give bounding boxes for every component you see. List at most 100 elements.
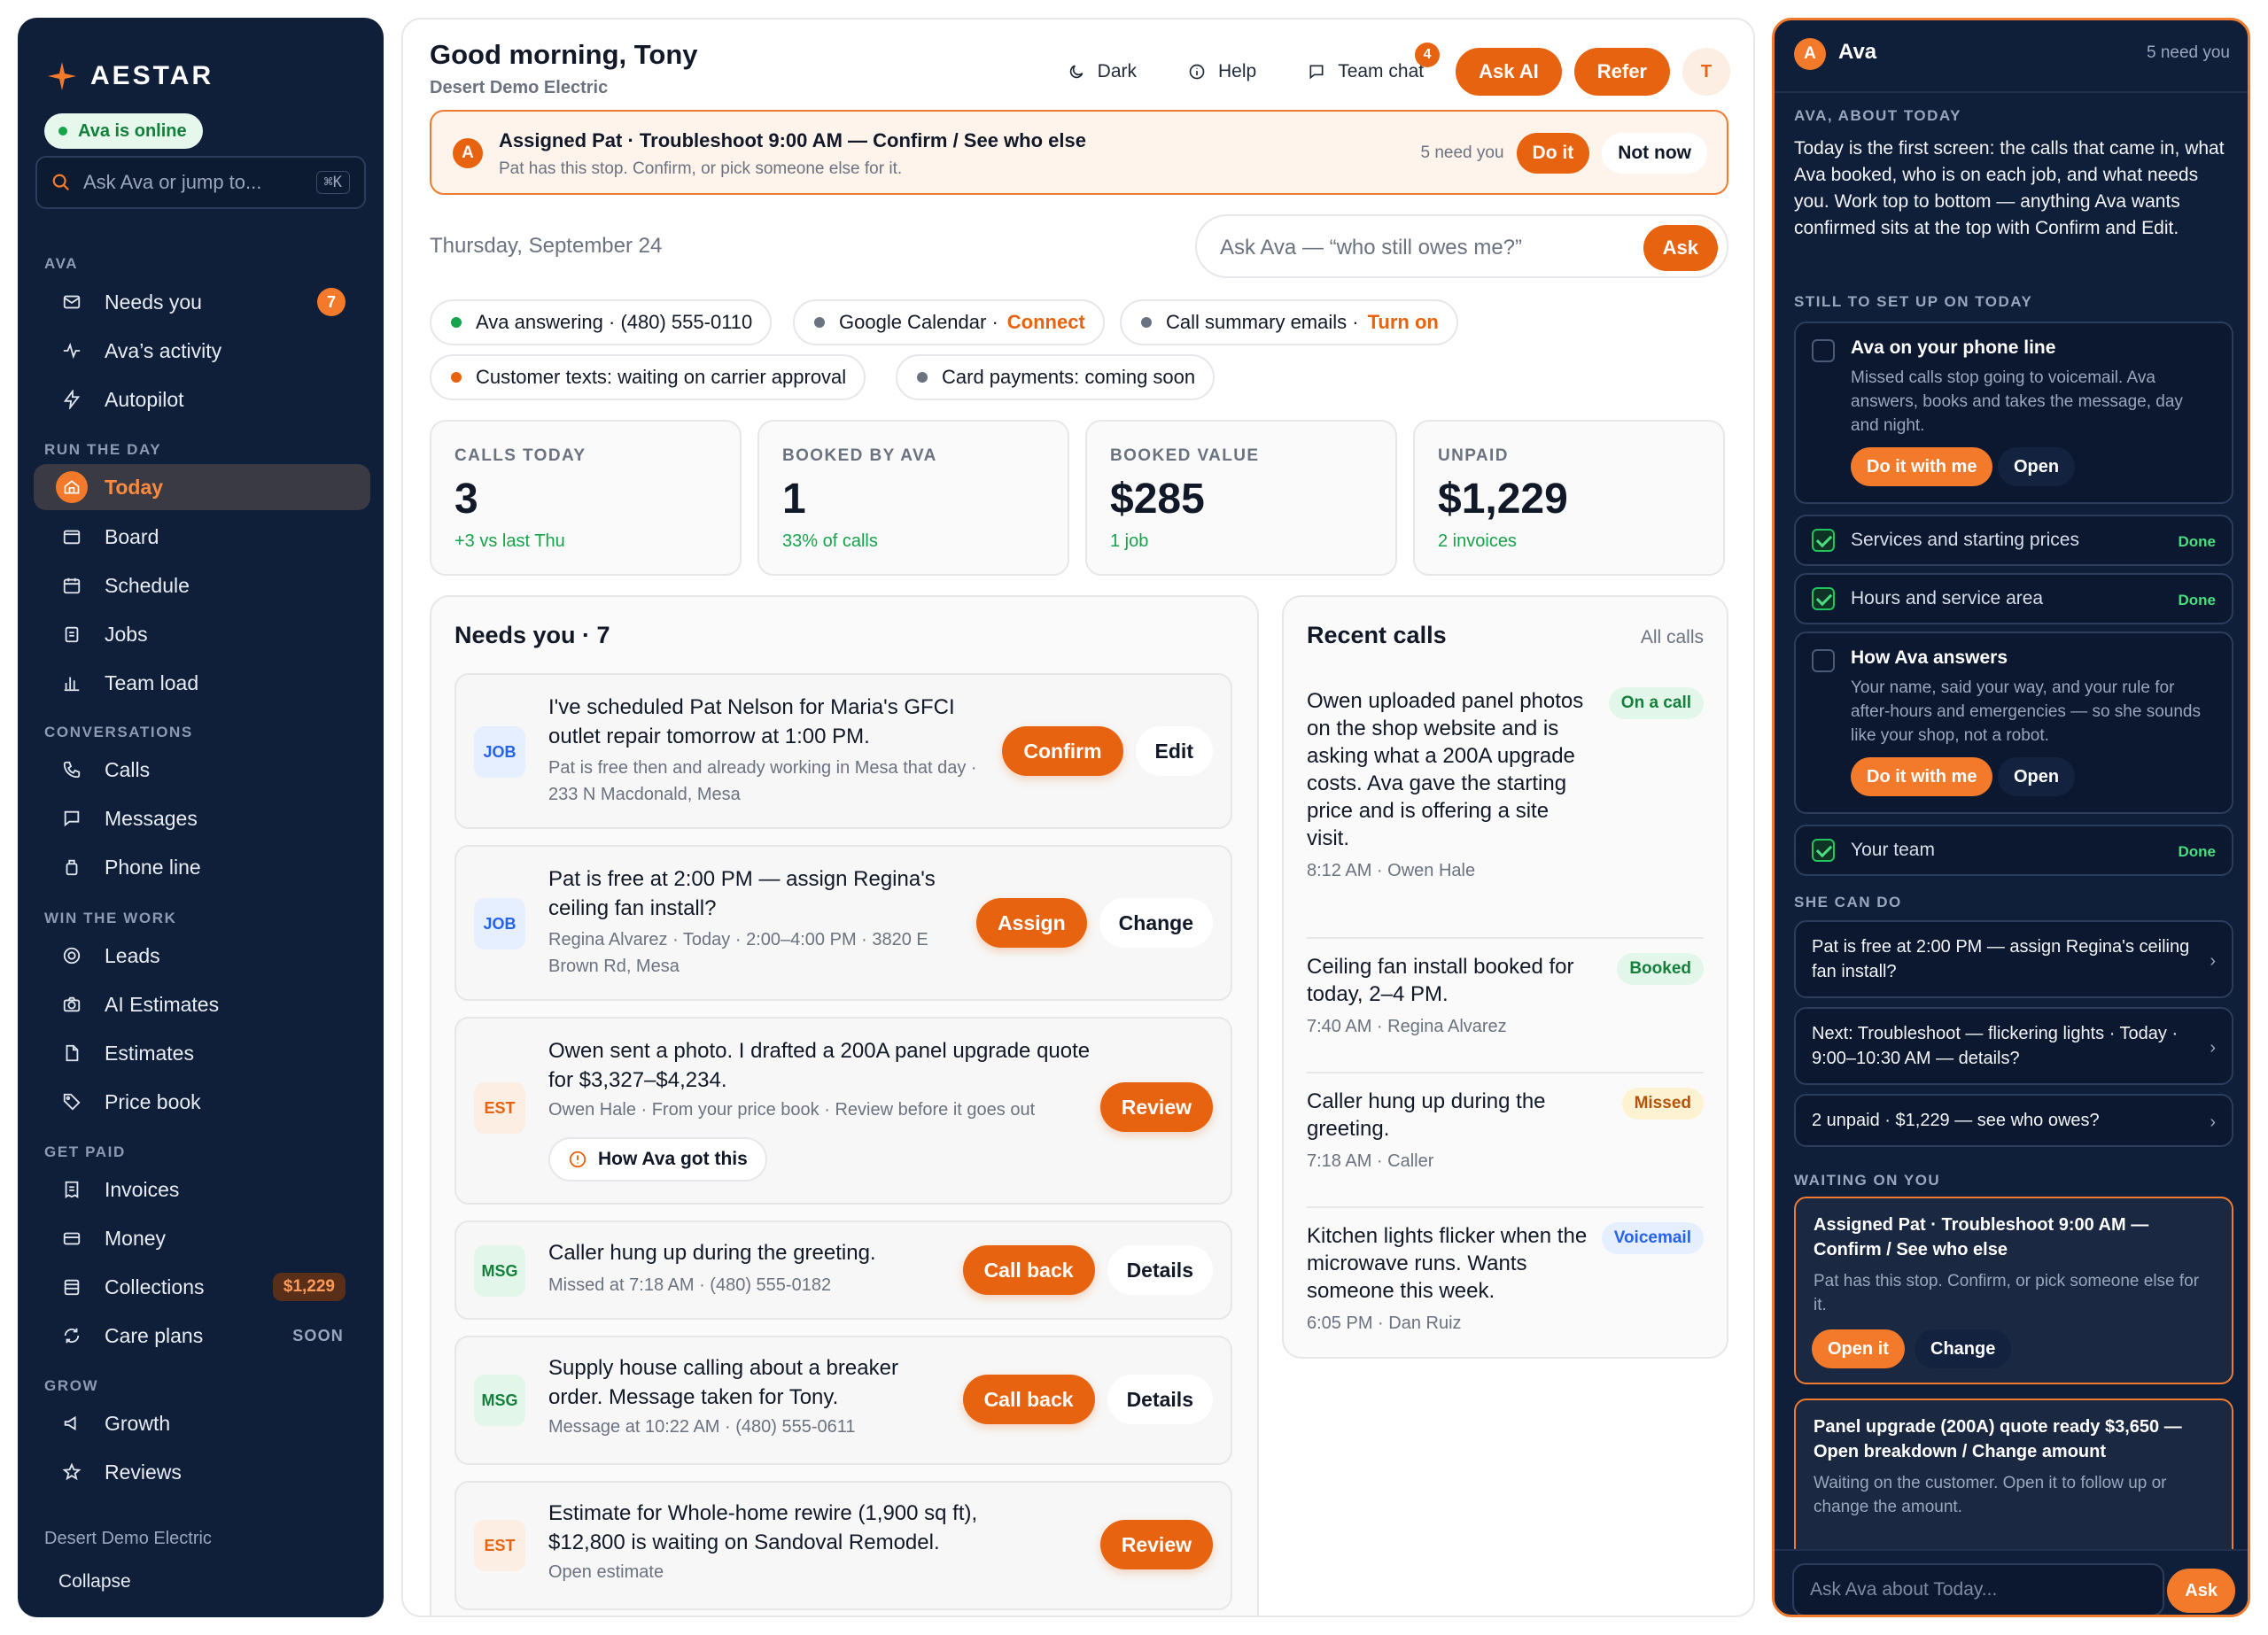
ask-ava-input[interactable]: Ask Ava — “who still owes me?” Ask (1195, 214, 1728, 278)
checkbox-checked[interactable] (1812, 839, 1835, 862)
sidebar-item-invoices[interactable]: Invoices (34, 1166, 370, 1213)
stat-label: UNPAID (1438, 446, 1509, 465)
dark-mode-button[interactable]: Dark (1048, 48, 1156, 96)
sidebar-item-today[interactable]: Today (34, 464, 370, 510)
checkbox[interactable] (1812, 649, 1835, 672)
checkbox[interactable] (1812, 339, 1835, 362)
needs-card[interactable]: JOB Pat is free at 2:00 PM — assign Regi… (454, 845, 1232, 1001)
sidebar-item-team-load[interactable]: Team load (34, 660, 370, 706)
recent-call-item[interactable]: Caller hung up during the greeting. 7:18… (1307, 1088, 1704, 1172)
recent-call-item[interactable]: Kitchen lights flicker when the microwav… (1307, 1222, 1704, 1334)
needs-card[interactable]: JOB I've scheduled Pat Nelson for Maria'… (454, 673, 1232, 829)
sidebar-item-estimates[interactable]: Estimates (34, 1030, 370, 1076)
sidebar-item-collections[interactable]: Collections $1,229 (34, 1264, 370, 1310)
sidebar-item-calls[interactable]: Calls (34, 747, 370, 793)
job-tag: JOB (474, 898, 525, 949)
ava-avatar: A (453, 138, 483, 168)
turn-on-link[interactable]: Turn on (1368, 311, 1439, 334)
open-it-button[interactable]: Open it (1812, 1329, 1905, 1368)
needs-card[interactable]: EST Estimate for Whole-home rewire (1,90… (454, 1481, 1232, 1610)
sidebar-item-phone-line[interactable]: Phone line (34, 844, 370, 890)
chip-text: Card payments: coming soon (942, 366, 1196, 388)
done-label: Done (2178, 843, 2217, 860)
ask-button[interactable]: Ask (1643, 225, 1718, 271)
review-button[interactable]: Review (1099, 1082, 1213, 1132)
stat-booked-value[interactable]: BOOKED VALUE $285 1 job (1085, 420, 1397, 576)
connect-link[interactable]: Connect (1007, 311, 1085, 334)
change-button[interactable]: Change (1099, 898, 1213, 948)
help-button[interactable]: Help (1169, 48, 1276, 96)
ask-ai-button[interactable]: Ask AI (1456, 48, 1562, 96)
all-calls-link[interactable]: All calls (1641, 627, 1704, 648)
ava-ask-button[interactable]: Ask (2167, 1569, 2235, 1613)
sidebar-item-needs-you[interactable]: Needs you 7 (34, 279, 370, 325)
sidebar-item-money[interactable]: Money (34, 1215, 370, 1261)
setup-item[interactable]: Your team Done (1794, 825, 2233, 876)
waiting-card[interactable]: Assigned Pat · Troubleshoot 9:00 AM — Co… (1794, 1197, 2233, 1384)
do-it-with-me-button[interactable]: Do it with me (1851, 757, 1993, 796)
needs-card[interactable]: EST Owen sent a photo. I drafted a 200A … (454, 1017, 1232, 1205)
do-it-with-me-button[interactable]: Do it with me (1851, 447, 1993, 486)
sidebar-item-activity[interactable]: Ava’s activity (34, 328, 370, 374)
card-meta: Message at 10:22 AM · (480) 555-0611 (548, 1417, 856, 1437)
sidebar-item-messages[interactable]: Messages (34, 795, 370, 841)
sidebar-item-price-book[interactable]: Price book (34, 1079, 370, 1125)
suggestion-item[interactable]: Next: Troubleshoot — flickering lights ·… (1794, 1007, 2233, 1085)
how-ava-got-this-button[interactable]: How Ava got this (548, 1137, 767, 1182)
msg-tag: MSG (474, 1375, 525, 1426)
sidebar-item-schedule[interactable]: Schedule (34, 562, 370, 608)
status-chip-calendar[interactable]: Google Calendar · Connect (793, 299, 1105, 345)
call-summary: Ceiling fan install booked for today, 2–… (1307, 955, 1574, 1006)
details-button[interactable]: Details (1107, 1245, 1213, 1295)
open-button[interactable]: Open (1998, 757, 2076, 796)
sidebar-search[interactable]: Ask Ava or jump to... ⌘K (35, 156, 366, 209)
checkbox-checked[interactable] (1812, 587, 1835, 610)
sidebar-item-jobs[interactable]: Jobs (34, 611, 370, 657)
needs-card[interactable]: MSG Caller hung up during the greeting. … (454, 1220, 1232, 1320)
edit-button[interactable]: Edit (1135, 726, 1213, 776)
open-button[interactable]: Open (1998, 447, 2076, 486)
change-button[interactable]: Change (1915, 1329, 2012, 1368)
sidebar-item-leads[interactable]: Leads (34, 933, 370, 979)
not-now-button[interactable]: Not now (1602, 133, 1707, 174)
sidebar-item-ai-estimates[interactable]: AI Estimates (34, 981, 370, 1027)
refer-button[interactable]: Refer (1573, 48, 1670, 96)
ava-chat-input[interactable]: Ask Ava about Today... (1792, 1563, 2164, 1615)
recent-call-item[interactable]: Owen uploaded panel photos on the shop w… (1307, 687, 1704, 881)
suggestion-item[interactable]: 2 unpaid · $1,229 — see who owes? › (1794, 1094, 2233, 1147)
sidebar-item-board[interactable]: Board (34, 514, 370, 560)
review-button[interactable]: Review (1099, 1520, 1213, 1569)
setup-item[interactable]: Hours and service area Done (1794, 573, 2233, 624)
checkbox-checked[interactable] (1812, 529, 1835, 552)
assign-button[interactable]: Assign (975, 898, 1087, 948)
setup-item[interactable]: Ava on your phone line Missed calls stop… (1794, 322, 2233, 504)
confirm-button[interactable]: Confirm (1002, 726, 1123, 776)
recent-call-item[interactable]: Ceiling fan install booked for today, 2–… (1307, 953, 1704, 1037)
brand[interactable]: AESTAR (46, 60, 214, 92)
collapse-button[interactable]: Collapse (58, 1571, 131, 1592)
team-chat-button[interactable]: Team chat 4 (1288, 43, 1443, 96)
needs-card[interactable]: MSG Supply house calling about a breaker… (454, 1336, 1232, 1465)
call-back-button[interactable]: Call back (962, 1375, 1095, 1424)
avatar[interactable]: T (1682, 48, 1730, 96)
status-chip-payments[interactable]: Card payments: coming soon (896, 354, 1216, 400)
status-chip-answering[interactable]: Ava answering · (480) 555-0110 (430, 299, 773, 345)
do-it-button[interactable]: Do it (1516, 133, 1590, 174)
status-badge: Missed (1621, 1088, 1704, 1120)
setup-title: Services and starting prices (1851, 530, 2079, 550)
call-back-button[interactable]: Call back (962, 1245, 1095, 1295)
setup-item[interactable]: Services and starting prices Done (1794, 515, 2233, 566)
suggestion-item[interactable]: Pat is free at 2:00 PM — assign Regina's… (1794, 920, 2233, 998)
sidebar-item-label: Care plans (105, 1323, 204, 1347)
sidebar-item-autopilot[interactable]: Autopilot (34, 376, 370, 422)
stat-booked-by-ava[interactable]: BOOKED BY AVA 1 33% of calls (757, 420, 1069, 576)
status-chip-texts[interactable]: Customer texts: waiting on carrier appro… (430, 354, 866, 400)
status-chip-emails[interactable]: Call summary emails · Turn on (1120, 299, 1458, 345)
stat-unpaid[interactable]: UNPAID $1,229 2 invoices (1413, 420, 1725, 576)
setup-item[interactable]: How Ava answers Your name, said your way… (1794, 632, 2233, 814)
sidebar-item-care-plans[interactable]: Care plans SOON (34, 1313, 370, 1359)
sidebar-item-growth[interactable]: Growth (34, 1400, 370, 1446)
sidebar-item-reviews[interactable]: Reviews (34, 1449, 370, 1495)
stat-calls-today[interactable]: CALLS TODAY 3 +3 vs last Thu (430, 420, 742, 576)
details-button[interactable]: Details (1107, 1375, 1213, 1424)
